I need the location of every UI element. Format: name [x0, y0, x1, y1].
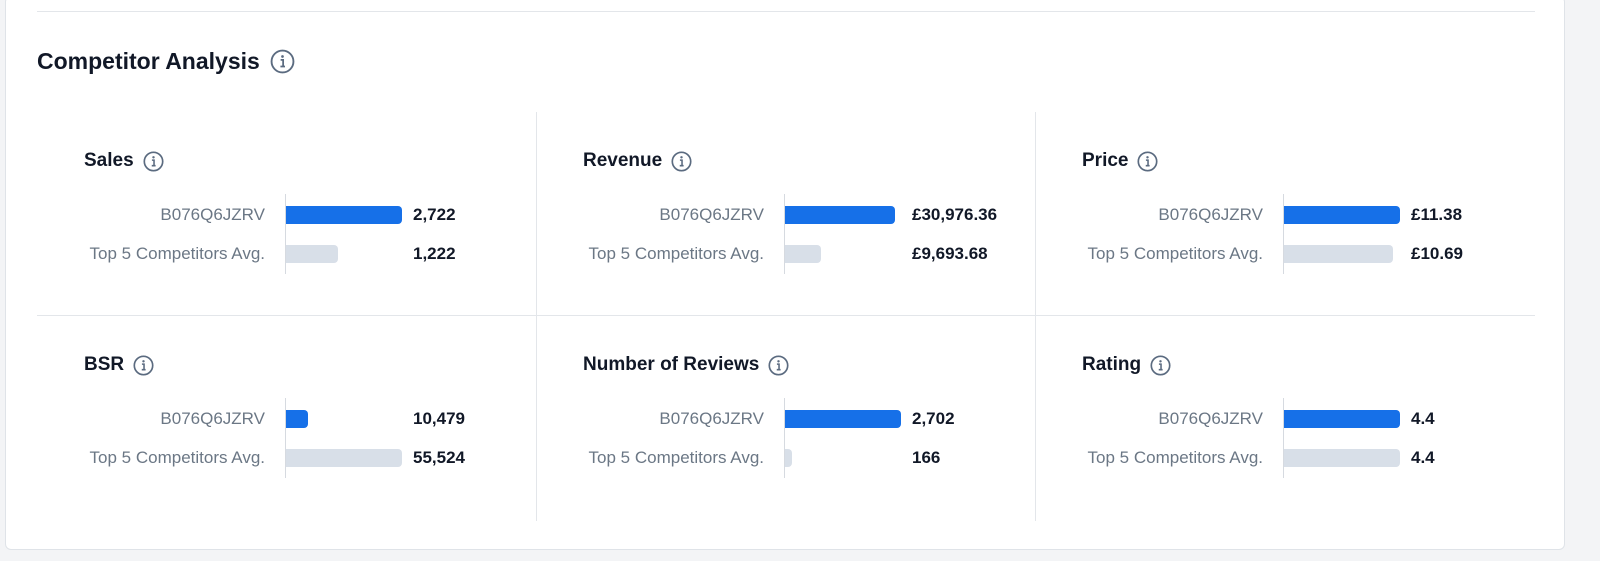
- bar-value: 4.4: [1411, 448, 1435, 467]
- panel-header: Sales: [84, 150, 164, 172]
- panel-title: Number of Reviews: [583, 354, 760, 375]
- panel-header: Price: [1082, 150, 1159, 172]
- bar-row: B076Q6JZRV 4.4: [1035, 408, 1534, 430]
- bar-row: Top 5 Competitors Avg. £9,693.68: [536, 243, 1035, 265]
- bar-label: Top 5 Competitors Avg.: [89, 244, 265, 263]
- panel-title: Revenue: [583, 150, 663, 171]
- bar-label: B076Q6JZRV: [160, 409, 265, 428]
- info-circle-icon[interactable]: [1137, 150, 1159, 172]
- competitor-avg-bar: [785, 245, 821, 263]
- bar-label: Top 5 Competitors Avg.: [588, 448, 764, 467]
- bar-value: £11.38: [1411, 205, 1463, 224]
- competitor-avg-bar: [785, 449, 792, 467]
- bar-value: 4.4: [1411, 409, 1435, 428]
- bar-value: 10,479: [413, 409, 465, 428]
- bar-value: £30,976.36: [912, 205, 998, 224]
- product-bar: [1284, 206, 1400, 224]
- bar-label: Top 5 Competitors Avg.: [1087, 448, 1263, 467]
- product-bar: [785, 206, 895, 224]
- info-circle-icon[interactable]: [768, 354, 789, 376]
- bar-row: Top 5 Competitors Avg. 1,222: [37, 243, 536, 265]
- bar-value: 166: [912, 448, 941, 467]
- info-circle-icon[interactable]: [1150, 354, 1171, 376]
- bar-label: B076Q6JZRV: [659, 409, 764, 428]
- section-header: Competitor Analysis: [37, 48, 295, 75]
- product-bar: [1284, 410, 1400, 428]
- bar-value: 2,722: [413, 205, 456, 224]
- bar-label: Top 5 Competitors Avg.: [588, 244, 764, 263]
- panel-title: Rating: [1082, 354, 1142, 375]
- bar-label: B076Q6JZRV: [160, 205, 265, 224]
- bar-row: B076Q6JZRV £11.38: [1035, 204, 1534, 226]
- info-circle-icon[interactable]: [270, 49, 295, 74]
- bar-value: 55,524: [413, 448, 465, 467]
- bar-label: Top 5 Competitors Avg.: [89, 448, 265, 467]
- product-bar: [785, 410, 901, 428]
- bar-row: B076Q6JZRV 10,479: [37, 408, 536, 430]
- bar-label: Top 5 Competitors Avg.: [1087, 244, 1263, 263]
- metric-panel-rating: Rating B076Q6JZRV 4.4 Top 5 Competitors Avg…: [1035, 316, 1534, 520]
- metric-panel-price: Price B076Q6JZRV £11.38 Top 5 Competitors A…: [1035, 112, 1534, 316]
- metric-panel-revenue: Revenue B076Q6JZRV £30,976.36 Top 5 Competi…: [536, 112, 1035, 316]
- competitor-avg-bar: [286, 449, 402, 467]
- info-circle-icon[interactable]: [133, 354, 154, 376]
- info-circle-icon[interactable]: [671, 150, 692, 172]
- competitor-avg-bar: [286, 245, 338, 263]
- metric-panel-sales: Sales B076Q6JZRV 2,722 Top 5 Competitors Av…: [37, 112, 536, 316]
- bar-row: Top 5 Competitors Avg. 4.4: [1035, 447, 1534, 469]
- section-title: Competitor Analysis: [37, 48, 260, 74]
- info-circle-icon[interactable]: [143, 150, 164, 172]
- competitor-avg-bar: [1284, 449, 1400, 467]
- panel-header: Revenue: [583, 150, 692, 172]
- bar-row: Top 5 Competitors Avg. £10.69: [1035, 243, 1534, 265]
- bar-value: £10.69: [1411, 244, 1463, 263]
- metric-panel-reviews: Number of Reviews B076Q6JZRV 2,702 Top 5 Co…: [536, 316, 1035, 520]
- product-bar: [286, 410, 308, 428]
- panel-title: Sales: [84, 150, 134, 171]
- bar-label: B076Q6JZRV: [659, 205, 764, 224]
- bar-label: B076Q6JZRV: [1158, 205, 1263, 224]
- top-divider: [37, 11, 1535, 12]
- panel-title: BSR: [84, 354, 125, 375]
- metrics-grid: Sales B076Q6JZRV 2,722 Top 5 Competitors Av…: [37, 112, 1535, 521]
- competitor-analysis-card: Competitor Analysis Sales B076Q6JZRV 2,722…: [5, 0, 1565, 550]
- bar-row: Top 5 Competitors Avg. 55,524: [37, 447, 536, 469]
- panel-header: Rating: [1082, 354, 1171, 376]
- bar-row: B076Q6JZRV 2,722: [37, 204, 536, 226]
- metric-panel-bsr: BSR B076Q6JZRV 10,479 Top 5 Competitors Avg…: [37, 316, 536, 520]
- competitor-avg-bar: [1284, 245, 1393, 263]
- bar-value: 1,222: [413, 244, 456, 263]
- bar-value: £9,693.68: [912, 244, 988, 263]
- bar-row: Top 5 Competitors Avg. 166: [536, 447, 1035, 469]
- bar-value: 2,702: [912, 409, 955, 428]
- panel-header: BSR: [84, 354, 154, 376]
- product-bar: [286, 206, 402, 224]
- panel-header: Number of Reviews: [583, 354, 789, 376]
- panel-title: Price: [1082, 150, 1129, 171]
- bar-row: B076Q6JZRV £30,976.36: [536, 204, 1035, 226]
- bar-row: B076Q6JZRV 2,702: [536, 408, 1035, 430]
- bar-label: B076Q6JZRV: [1158, 409, 1263, 428]
